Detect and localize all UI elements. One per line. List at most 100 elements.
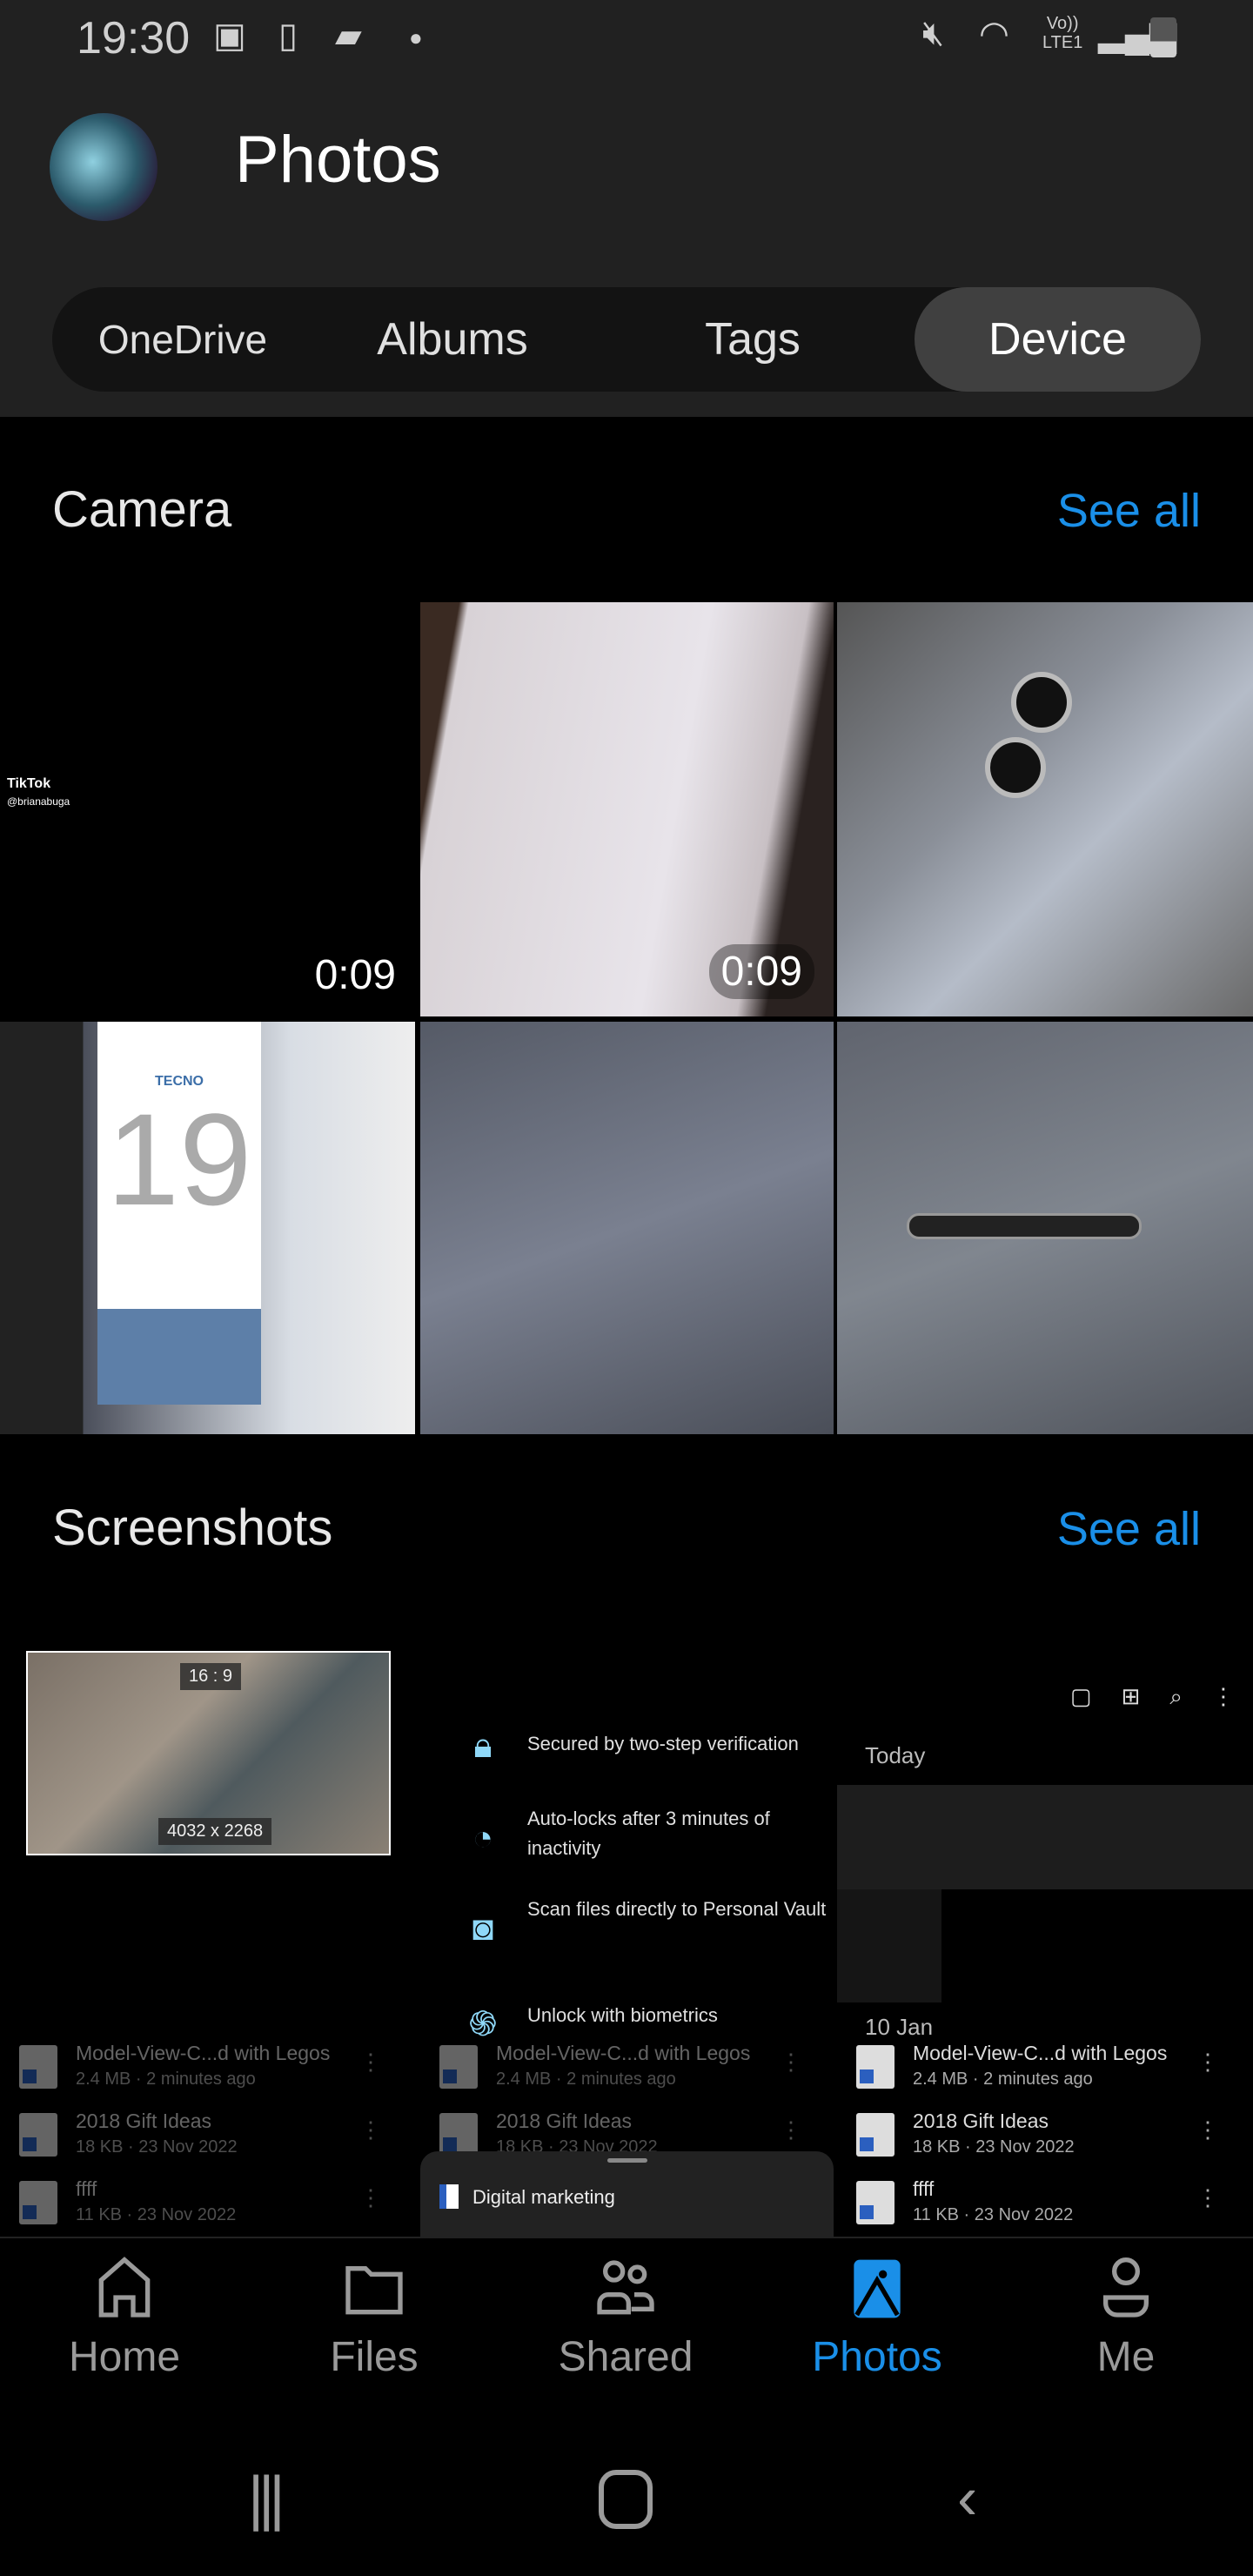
more-options-icon: ⋮	[359, 2049, 382, 2075]
photos-icon	[854, 2259, 901, 2318]
camera-see-all-link[interactable]: See all	[1057, 484, 1201, 538]
file-meta: 11 KB · 23 Nov 2022	[76, 2205, 237, 2224]
nav-label: Me	[1096, 2334, 1156, 2380]
word-doc-icon	[439, 2184, 459, 2209]
home-button[interactable]	[599, 2470, 653, 2529]
phone-camera-lens	[1011, 672, 1072, 733]
file-meta: 2.4 MB · 2 minutes ago	[496, 2070, 676, 2089]
file-thumbnail	[19, 2113, 57, 2157]
lock-icon: 🔒︎	[473, 1727, 492, 1765]
more-options-icon: ⋮	[1196, 2116, 1219, 2143]
file-name: 2018 Gift Ideas	[913, 2110, 1049, 2132]
word-doc-icon	[23, 2070, 37, 2083]
file-row: Model-View-C...d with Legos 2.4 MB · 2 mi…	[837, 2036, 1252, 2104]
camera-item-6[interactable]	[837, 1022, 1253, 1434]
screenshot-item-1[interactable]: 16 : 9 4032 x 2268 Model-View-C...d with…	[0, 1626, 415, 2237]
file-name: 2018 Gift Ideas	[76, 2110, 211, 2132]
more-options-icon: ⋮	[1196, 2184, 1219, 2210]
tab-bar: OneDrive Albums Tags Device	[52, 287, 1201, 392]
file-meta: 2.4 MB · 2 minutes ago	[76, 2070, 256, 2089]
app-notification-icon: ▯	[278, 17, 298, 55]
file-row: Model-View-C...d with Legos 2.4 MB · 2 mi…	[0, 2036, 415, 2104]
file-row: Model-View-C...d with Legos 2.4 MB · 2 mi…	[420, 2036, 834, 2104]
screenshots-see-all-link[interactable]: See all	[1057, 1502, 1201, 1556]
resolution-label: 4032 x 2268	[158, 1818, 272, 1845]
camera-item-4[interactable]: TECNO 19 CAMON	[0, 1022, 415, 1434]
nav-label: Files	[330, 2334, 419, 2380]
thumbnail-grid	[837, 1785, 1253, 1889]
network-label: LTE1	[1042, 33, 1083, 52]
word-doc-icon	[23, 2137, 37, 2151]
tab-albums[interactable]: Albums	[313, 287, 592, 392]
feature-text: Unlock with biometrics	[527, 2004, 718, 2026]
camera-section-title: Camera	[52, 481, 232, 538]
phone-box: TECNO 19 CAMON	[97, 1022, 261, 1405]
tab-tags[interactable]: Tags	[626, 287, 879, 392]
box-model: 19	[106, 1086, 252, 1232]
folder-icon	[345, 2266, 403, 2315]
file-row: ffff 11 KB · 23 Nov 2022 ⋮	[837, 2172, 1252, 2237]
camera-item-3[interactable]	[837, 602, 1253, 1016]
nav-files[interactable]: Files	[287, 2254, 461, 2381]
nav-me[interactable]: Me	[1039, 2254, 1213, 2381]
word-doc-icon	[443, 2137, 457, 2151]
file-thumbnail	[19, 2181, 57, 2224]
file-row: ffff 11 KB · 23 Nov 2022 ⋮	[0, 2172, 415, 2237]
file-thumbnail	[856, 2181, 895, 2224]
back-button[interactable]: ‹	[957, 2463, 977, 2532]
crop-frame: 16 : 9 4032 x 2268	[26, 1651, 391, 1855]
file-thumbnail	[439, 2113, 478, 2157]
more-options-icon: ⋮	[359, 2184, 382, 2210]
nav-label: Home	[68, 2334, 181, 2380]
more-options-icon: ⋮	[1196, 2049, 1219, 2075]
date-header-today: Today	[865, 1742, 926, 1768]
wifi-icon: ◠	[979, 15, 1009, 53]
feature-text: Secured by two-step verification	[527, 1733, 799, 1754]
nav-shared[interactable]: Shared	[539, 2254, 713, 2381]
camera-item-1[interactable]: TikTok @brianabuga 0:09	[0, 602, 415, 1016]
box-name: CAMON	[114, 1257, 245, 1295]
word-doc-icon	[860, 2137, 874, 2151]
screenshot-item-3[interactable]: ▢⊞⌕⋮ Today 10 Jan Model-View-C...d with …	[837, 1626, 1253, 2237]
phone-camera-lens	[985, 737, 1046, 798]
clock-icon: ◔	[472, 1819, 494, 1857]
file-meta: 11 KB · 23 Nov 2022	[913, 2205, 1074, 2224]
divider	[0, 2237, 1253, 2238]
battery-icon	[1150, 17, 1176, 57]
screenshot-item-2[interactable]: 🔒︎ Secured by two-step verification ◔ Au…	[420, 1626, 834, 2237]
more-notifications-dot-icon: ●	[409, 24, 423, 50]
tab-device[interactable]: Device	[915, 287, 1201, 392]
word-doc-icon	[860, 2205, 874, 2219]
screenshots-section-title: Screenshots	[52, 1499, 333, 1556]
nav-home[interactable]: Home	[37, 2254, 211, 2381]
more-options-icon: ⋮	[359, 2116, 382, 2143]
file-name: 2018 Gift Ideas	[496, 2110, 632, 2132]
bottom-sheet: Digital marketing	[420, 2151, 834, 2237]
page-title: Photos	[235, 123, 441, 197]
file-name: ffff	[913, 2177, 935, 2200]
aspect-ratio-label: 16 : 9	[180, 1663, 242, 1690]
shared-icon	[597, 2260, 654, 2315]
video-duration: 0:09	[314, 952, 396, 998]
nav-photos[interactable]: Photos	[790, 2254, 964, 2381]
home-icon	[98, 2257, 151, 2318]
feature-text: Scan files directly to Personal Vault	[527, 1898, 827, 1920]
toolbar-icons: ▢⊞⌕⋮	[1070, 1683, 1253, 1709]
tiktok-watermark: TikTok	[7, 776, 51, 791]
phone-side	[907, 1213, 1142, 1239]
nav-label: Shared	[558, 2334, 694, 2380]
avatar[interactable]	[50, 113, 157, 221]
more-options-icon: ⋮	[780, 2116, 802, 2143]
volte-label: Vo))	[1046, 14, 1079, 33]
camera-item-2[interactable]: 0:09	[420, 602, 834, 1016]
status-time: 19:30	[77, 13, 191, 64]
file-thumbnail	[19, 2045, 57, 2089]
tab-onedrive[interactable]: OneDrive	[52, 287, 313, 392]
sheet-item-label: Digital marketing	[472, 2186, 615, 2208]
word-doc-icon	[23, 2205, 37, 2219]
network-indicator: Vo)) LTE1	[1042, 14, 1082, 52]
camera-item-5[interactable]	[420, 1022, 834, 1434]
feature-text: Auto-locks after 3 minutes of inactivity	[527, 1808, 770, 1859]
recent-apps-button[interactable]: |||	[248, 2463, 285, 2532]
file-meta: 18 KB · 23 Nov 2022	[913, 2137, 1075, 2157]
